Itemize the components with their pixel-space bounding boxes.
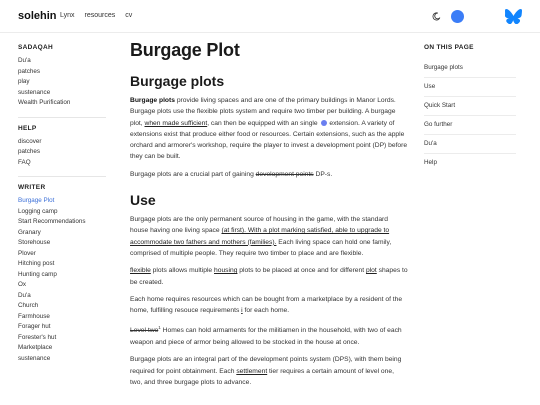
paragraph-level-two: Level two1 Homes can hold armaments for … [130, 322, 408, 348]
sidebar-item[interactable]: play [18, 77, 113, 88]
sidebar-section-title: WRITER [18, 184, 46, 191]
site-brand[interactable]: solehin [18, 10, 57, 22]
text: plots to be placed at once and for diffe… [237, 267, 366, 275]
table-of-contents: ON THIS PAGE Burgage plots Use Quick Sta… [424, 44, 516, 172]
avatar[interactable] [451, 10, 464, 23]
extension-icon[interactable] [320, 119, 327, 126]
toc-list: Burgage plots Use Quick Start Go further… [424, 59, 516, 172]
sidebar-item[interactable]: discover [18, 137, 113, 148]
top-bar: solehin Lynx resources cv [0, 0, 540, 33]
sidebar-item[interactable]: Hunting camp [18, 270, 113, 281]
sidebar-item[interactable]: sustenance [18, 354, 113, 365]
sidebar-item[interactable]: FAQ [18, 158, 113, 169]
section-divider [18, 176, 106, 177]
link-when-made-sufficient[interactable]: when made sufficient [145, 120, 208, 127]
sidebar-item[interactable]: Start Recommendations [18, 217, 113, 228]
toc-item[interactable]: Quick Start [424, 97, 516, 116]
sidebar-item[interactable]: Granary [18, 228, 113, 239]
toc-item[interactable]: Help [424, 154, 516, 172]
sidebar-item[interactable]: Plover [18, 249, 113, 260]
strikethrough-text: Level two [130, 327, 159, 335]
sidebar-item[interactable]: Forester's hut [18, 333, 113, 344]
sidebar-item[interactable]: Storehouse [18, 238, 113, 249]
paragraph-housing: Burgage plots are the only permanent sou… [130, 214, 408, 259]
nav-link-resources[interactable]: resources [85, 12, 116, 19]
section-divider [18, 116, 106, 118]
paragraph-dp: Burgage plots are a crucial part of gain… [130, 169, 408, 180]
toc-title: ON THIS PAGE [424, 44, 474, 51]
top-nav: Lynx resources cv [60, 12, 132, 19]
toc-item[interactable]: Use [424, 78, 516, 97]
left-sidebar: SADAQAH Du'a patches play sustenance Wea… [18, 44, 113, 364]
text: DP-s. [313, 170, 333, 178]
paragraph-resources: Each home requires resources which can b… [130, 294, 408, 317]
page-title: Burgage Plot [130, 40, 240, 60]
sidebar-item[interactable]: sustenance [18, 88, 113, 99]
text: Burgage plots are a crucial part of gain… [130, 170, 256, 178]
sidebar-item[interactable]: patches [18, 147, 113, 158]
link-plot[interactable]: plot [366, 267, 377, 274]
theme-toggle-icon[interactable] [432, 12, 441, 21]
sidebar-item[interactable]: Du'a [18, 56, 113, 67]
sidebar-item[interactable]: Forager hut [18, 322, 113, 333]
paragraph-dps: Burgage plots are an integral part of th… [130, 354, 408, 388]
sidebar-item[interactable]: Du'a [18, 291, 113, 302]
text: plots allows multiple [150, 267, 215, 275]
nav-link-cv[interactable]: cv [125, 12, 132, 19]
bold-term: Burgage plots [130, 97, 175, 104]
sidebar-item[interactable]: Logging camp [18, 207, 113, 218]
sidebar-item[interactable]: patches [18, 67, 113, 78]
sidebar-section-title: SADAQAH [18, 44, 53, 51]
section-heading-burgage-plots: Burgage plots [130, 73, 225, 89]
nav-link-lynx[interactable]: Lynx [60, 12, 75, 19]
text: for each home. [242, 307, 290, 315]
sidebar-item[interactable]: Farmhouse [18, 312, 113, 323]
paragraph-flexible: flexible plots allows multiple housing p… [130, 265, 408, 288]
sidebar-item[interactable]: Ox [18, 280, 113, 291]
sidebar-item[interactable]: Wealth Purification [18, 98, 113, 109]
link-settlement[interactable]: settlement [236, 368, 267, 375]
link-flexible[interactable]: flexible [130, 267, 151, 274]
sidebar-item-active[interactable]: Burgage Plot [18, 196, 113, 207]
paragraph-intro: Burgage plots provide living spaces and … [130, 95, 408, 163]
strikethrough-text: development points [255, 170, 314, 178]
text: Homes can hold armaments for the militia… [130, 327, 402, 346]
text: , can then be equipped with an single [207, 119, 320, 127]
toc-item[interactable]: Go further [424, 116, 516, 135]
main-content: Burgage Plot Burgage plots Burgage plots… [130, 40, 408, 388]
sidebar-item[interactable]: Marketplace [18, 343, 113, 354]
sidebar-section-title: HELP [18, 124, 37, 132]
toc-item[interactable]: Burgage plots [424, 59, 516, 78]
bluesky-butterfly-icon[interactable] [505, 9, 522, 24]
sidebar-item[interactable]: Church [18, 301, 113, 312]
toc-item[interactable]: Du'a [424, 135, 516, 154]
section-heading-use: Use [130, 192, 156, 209]
sidebar-item[interactable]: Hitching post [18, 259, 113, 270]
link-housing[interactable]: housing [214, 267, 237, 274]
